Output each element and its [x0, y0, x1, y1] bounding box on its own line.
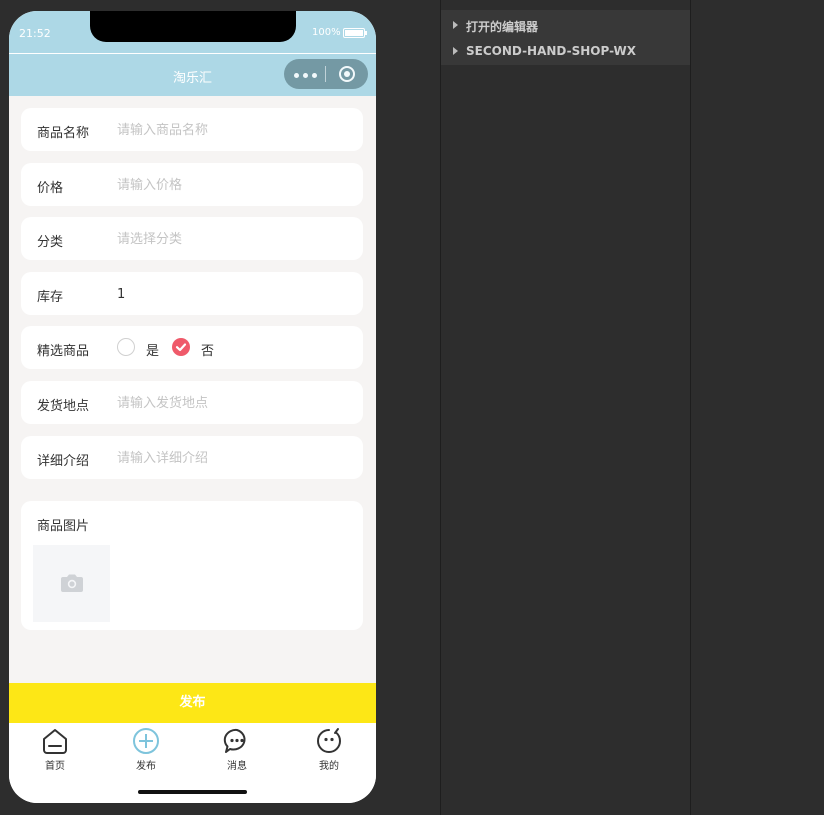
- home-indicator: [138, 790, 247, 794]
- field-featured: 精选商品 是 否: [21, 326, 363, 369]
- stock-input[interactable]: [117, 284, 347, 304]
- field-label: 详细介绍: [37, 454, 90, 469]
- image-upload-button[interactable]: [33, 545, 110, 622]
- field-location: 发货地点: [21, 381, 363, 424]
- profile-icon: [317, 728, 342, 753]
- close-miniprogram-icon[interactable]: [339, 66, 355, 82]
- radio-label-no: 否: [201, 344, 215, 359]
- panel-divider: [440, 0, 441, 815]
- check-icon: [175, 343, 187, 352]
- tab-label: 消息: [227, 761, 247, 772]
- explorer-section-label: 打开的编辑器: [466, 20, 539, 34]
- field-category[interactable]: 分类: [21, 217, 363, 260]
- tab-home[interactable]: 首页: [25, 727, 85, 777]
- product-name-input[interactable]: [117, 120, 347, 140]
- menu-capsule: [284, 59, 368, 89]
- field-images: 商品图片: [21, 501, 363, 630]
- field-label: 精选商品: [37, 344, 90, 359]
- tab-label: 我的: [319, 761, 339, 772]
- tab-publish[interactable]: 发布: [116, 727, 176, 777]
- home-icon: [43, 729, 67, 754]
- field-product-name: 商品名称: [21, 108, 363, 151]
- field-label: 分类: [37, 235, 64, 250]
- field-label: 发货地点: [37, 399, 90, 414]
- featured-yes-radio[interactable]: [117, 338, 135, 356]
- plus-circle-icon: [133, 728, 159, 754]
- device-notch: [90, 11, 296, 42]
- file-explorer: 打开的编辑器 SECOND-HAND-SHOP-WX: [441, 10, 690, 65]
- more-icon[interactable]: [294, 73, 318, 78]
- navigation-bar: 淘乐汇: [9, 53, 376, 96]
- message-icon: [223, 728, 246, 753]
- battery-icon: [343, 28, 367, 38]
- field-label: 库存: [37, 290, 64, 305]
- tab-profile[interactable]: 我的: [299, 727, 359, 777]
- field-price: 价格: [21, 163, 363, 206]
- status-time: 21:52: [19, 27, 51, 40]
- tab-bar: 首页 发布 消息 我的: [9, 723, 376, 803]
- field-label: 商品名称: [37, 126, 90, 141]
- tab-label: 发布: [136, 761, 156, 772]
- chevron-right-icon: [453, 21, 458, 29]
- field-label: 商品图片: [37, 519, 90, 534]
- field-detail: 详细介绍: [21, 436, 363, 479]
- radio-label-yes: 是: [146, 344, 160, 359]
- category-picker[interactable]: [117, 229, 347, 249]
- capsule-divider: [325, 66, 326, 82]
- panel-divider: [690, 0, 691, 815]
- explorer-section-label: SECOND-HAND-SHOP-WX: [466, 44, 636, 58]
- tab-label: 首页: [45, 761, 65, 772]
- tab-messages[interactable]: 消息: [207, 727, 267, 777]
- publish-button[interactable]: 发布: [9, 683, 376, 723]
- explorer-section-project[interactable]: SECOND-HAND-SHOP-WX: [441, 38, 690, 64]
- explorer-section-open-editors[interactable]: 打开的编辑器: [441, 12, 690, 38]
- price-input[interactable]: [117, 175, 347, 195]
- featured-no-radio[interactable]: [172, 338, 190, 356]
- phone-simulator: 21:52 100% 淘乐汇 商品名称 价格 分类 库存: [9, 11, 376, 803]
- status-bar: 21:52 100%: [9, 11, 376, 53]
- battery-level: 100%: [312, 27, 341, 38]
- detail-input[interactable]: [117, 448, 347, 468]
- field-label: 价格: [37, 181, 64, 196]
- publish-form: 商品名称 价格 分类 库存 精选商品 是 否 发货: [9, 96, 376, 683]
- field-stock: 库存: [21, 272, 363, 315]
- chevron-right-icon: [453, 47, 458, 55]
- camera-icon: [61, 574, 83, 592]
- location-input[interactable]: [117, 393, 347, 413]
